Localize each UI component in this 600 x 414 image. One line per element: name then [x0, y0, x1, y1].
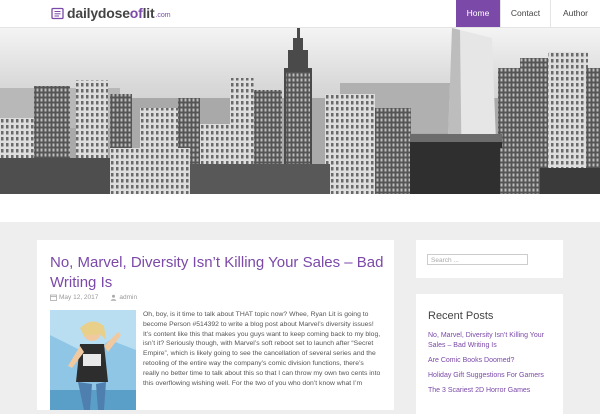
calendar-icon — [50, 294, 57, 301]
book-icon — [51, 7, 64, 19]
recent-posts-list: No, Marvel, Diversity Isn’t Killing Your… — [428, 331, 556, 401]
logo-domain: .com — [155, 11, 171, 19]
skyline-illustration — [0, 28, 600, 194]
post-date[interactable]: May 12, 2017 — [59, 294, 98, 301]
search-widget: Search ... — [416, 240, 563, 278]
post-title[interactable]: No, Marvel, Diversity Isn’t Killing Your… — [50, 253, 385, 293]
nav-author[interactable]: Author — [550, 0, 600, 27]
recent-post-link[interactable]: Holiday Gift Suggestions For Gamers — [428, 371, 556, 381]
recent-post-link[interactable]: The 3 Scariest 2D Horror Games — [428, 386, 556, 396]
search-input[interactable]: Search ... — [427, 254, 528, 265]
hero-strip — [0, 194, 600, 222]
recent-posts-title: Recent Posts — [428, 310, 494, 322]
post-meta: May 12, 2017 admin — [50, 294, 137, 301]
post-featured-image[interactable] — [50, 310, 136, 410]
hero-skyline-image — [0, 28, 600, 194]
site-header: dailydoseoflit .com Home Contact Author — [0, 0, 600, 28]
recent-post-link[interactable]: Are Comic Books Doomed? — [428, 356, 556, 366]
comic-cover-illustration — [50, 310, 136, 410]
recent-posts-widget: Recent Posts No, Marvel, Diversity Isn’t… — [416, 294, 563, 414]
nav-contact[interactable]: Contact — [500, 0, 550, 27]
post-excerpt: Oh, boy, is it time to talk about THAT t… — [143, 311, 381, 387]
user-icon — [111, 294, 117, 301]
nav-home[interactable]: Home — [456, 0, 500, 27]
logo-text: dailydoseoflit — [67, 5, 155, 21]
site-logo[interactable]: dailydoseoflit .com — [51, 4, 171, 22]
post-author[interactable]: admin — [119, 294, 137, 301]
main-nav: Home Contact Author — [456, 0, 600, 27]
recent-post-link[interactable]: No, Marvel, Diversity Isn’t Killing Your… — [428, 331, 556, 351]
post-card: No, Marvel, Diversity Isn’t Killing Your… — [37, 240, 394, 410]
